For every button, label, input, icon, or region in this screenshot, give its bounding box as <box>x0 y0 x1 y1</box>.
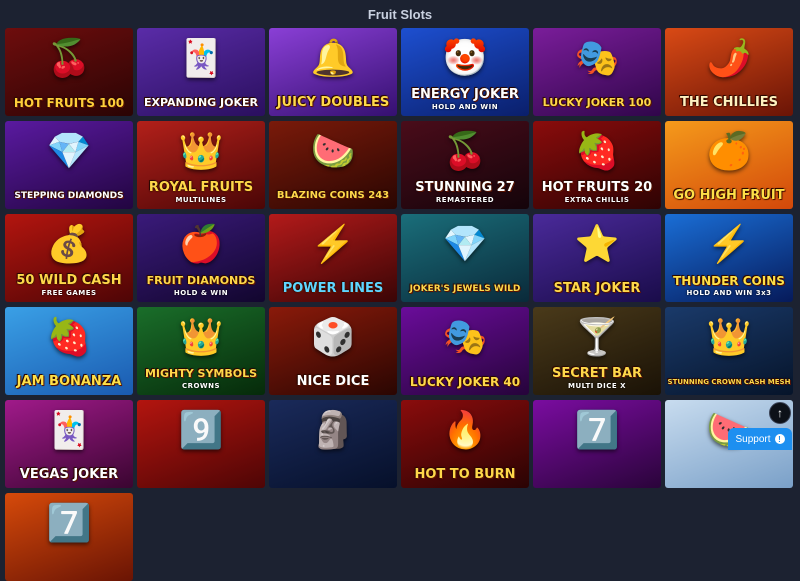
game-title: JAM BONANZA <box>16 374 122 389</box>
game-title: JOKER'S JEWELS WILD <box>409 284 521 294</box>
game-art-icon: 🔥 <box>442 409 488 450</box>
game-tile[interactable]: 🗿 <box>269 400 397 488</box>
game-tile[interactable]: 🔔 JUICY DOUBLES <box>269 28 397 116</box>
game-subtitle: HOLD & WIN <box>173 289 229 297</box>
game-art-icon: 💰 <box>46 223 92 264</box>
game-art-icon: 🍒 <box>46 37 92 78</box>
game-tile[interactable]: 👑 ROYAL FRUITS MULTILINES <box>137 121 265 209</box>
game-tile[interactable]: ⭐ STAR JOKER <box>533 214 661 302</box>
game-tile[interactable]: 🍸 SECRET BAR MULTI DICE X <box>533 307 661 395</box>
game-title: STAR JOKER <box>553 281 641 296</box>
game-tile[interactable]: 👑 STUNNING CROWN CASH MESH <box>665 307 793 395</box>
support-label: Support <box>735 433 771 445</box>
game-title: STEPPING DIAMONDS <box>14 191 124 201</box>
game-art-icon: 🔔 <box>310 37 356 78</box>
game-art-icon: 🃏 <box>178 37 224 78</box>
game-art-icon: 🃏 <box>46 409 92 450</box>
game-art-icon: 🍒 <box>442 130 488 171</box>
game-art-icon: 👑 <box>706 316 752 357</box>
game-art-icon: 🗿 <box>310 409 356 450</box>
game-title <box>329 482 337 485</box>
game-tile[interactable]: 🍓 HOT FRUITS 20 EXTRA CHILLIS <box>533 121 661 209</box>
game-art-icon: 👑 <box>178 130 224 171</box>
game-title: NICE DICE <box>296 374 370 389</box>
game-subtitle: HOLD AND WIN <box>431 103 499 111</box>
game-subtitle: EXTRA CHILLIS <box>564 196 630 204</box>
game-tile[interactable]: 🃏 VEGAS JOKER <box>5 400 133 488</box>
game-tile[interactable]: 🌶️ THE CHILLIES <box>665 28 793 116</box>
game-tile[interactable]: 🎲 NICE DICE <box>269 307 397 395</box>
game-art-icon: 🌶️ <box>706 37 752 78</box>
game-subtitle: MULTI DICE X <box>568 382 626 390</box>
game-tile[interactable]: 7️⃣ <box>533 400 661 488</box>
game-title: THE CHILLIES <box>679 95 779 110</box>
game-tile[interactable]: ⚡ THUNDER COINS HOLD AND WIN 3x3 <box>665 214 793 302</box>
game-art-icon: 👑 <box>178 316 224 357</box>
game-title: HOT FRUITS 100 <box>13 96 125 110</box>
game-title: LUCKY JOKER 100 <box>542 96 652 109</box>
game-subtitle: CROWNS <box>181 382 221 390</box>
game-art-icon: 7️⃣ <box>574 409 620 450</box>
game-title: VEGAS JOKER <box>19 467 119 482</box>
game-art-icon: 🍉 <box>310 130 356 171</box>
game-tile[interactable]: 🔥 HOT TO BURN <box>401 400 529 488</box>
game-subtitle: HOLD AND WIN 3x3 <box>686 289 772 297</box>
game-tile[interactable]: 🍉 BLAZING COINS 243 <box>269 121 397 209</box>
game-art-icon: 7️⃣ <box>46 502 92 543</box>
game-title <box>65 575 73 578</box>
game-art-icon: 9️⃣ <box>178 409 224 450</box>
game-art-icon: 💎 <box>46 130 92 171</box>
game-title: EXPANDING JOKER <box>143 96 258 109</box>
game-art-icon: 🎲 <box>310 316 356 357</box>
game-art-icon: 🎭 <box>442 316 488 357</box>
game-tile[interactable]: 🎭 LUCKY JOKER 100 <box>533 28 661 116</box>
game-title <box>197 482 205 485</box>
game-title: POWER LINES <box>282 281 384 296</box>
page-title: Fruit Slots <box>367 7 433 22</box>
game-title: JUICY DOUBLES <box>276 95 390 110</box>
game-art-icon: ⚡ <box>706 223 752 264</box>
game-grid: 🍒 HOT FRUITS 100 🃏 EXPANDING JOKER 🔔 JUICY DO… <box>5 28 793 581</box>
game-title: STUNNING CROWN CASH MESH <box>667 378 791 386</box>
scroll-to-top-button[interactable]: ↑ <box>769 402 791 424</box>
game-art-icon: 🤡 <box>442 37 488 78</box>
game-subtitle: FREE GAMES <box>41 289 97 297</box>
game-title <box>593 482 601 485</box>
support-icon: ! <box>774 434 785 444</box>
game-subtitle: MULTILINES <box>175 196 227 204</box>
arrow-up-icon: ↑ <box>777 406 783 420</box>
game-tile[interactable]: 💎 JOKER'S JEWELS WILD <box>401 214 529 302</box>
game-art-icon: 🍊 <box>706 130 752 171</box>
game-title: BLAZING COINS 243 <box>276 190 390 201</box>
game-tile[interactable]: 🍒 STUNNING 27 REMASTERED <box>401 121 529 209</box>
game-art-icon: 🍸 <box>574 316 620 357</box>
game-subtitle: REMASTERED <box>435 196 495 204</box>
game-tile[interactable]: 🍎 FRUIT DIAMONDS HOLD & WIN <box>137 214 265 302</box>
game-tile[interactable]: 🃏 EXPANDING JOKER <box>137 28 265 116</box>
game-art-icon: 🍎 <box>178 223 224 264</box>
game-tile[interactable]: 🤡 ENERGY JOKER HOLD AND WIN <box>401 28 529 116</box>
game-title: HOT TO BURN <box>414 467 516 482</box>
game-tile[interactable]: 👑 MIGHTY SYMBOLS CROWNS <box>137 307 265 395</box>
game-art-icon: ⭐ <box>574 223 620 264</box>
game-art-icon: 🍓 <box>46 316 92 357</box>
game-title: GO HIGH FRUIT <box>673 188 785 203</box>
game-art-icon: 💎 <box>442 223 488 264</box>
game-tile[interactable]: 💰 50 WILD CASH FREE GAMES <box>5 214 133 302</box>
game-art-icon: 🎭 <box>574 37 620 78</box>
support-button[interactable]: Support ! <box>728 428 792 450</box>
game-title: LUCKY JOKER 40 <box>409 375 521 389</box>
game-tile[interactable]: 9️⃣ <box>137 400 265 488</box>
game-tile[interactable]: 7️⃣ <box>5 493 133 581</box>
game-tile[interactable]: 🍊 GO HIGH FRUIT <box>665 121 793 209</box>
game-art-icon: 🍓 <box>574 130 620 171</box>
game-tile[interactable]: 🍓 JAM BONANZA <box>5 307 133 395</box>
game-tile[interactable]: ⚡ POWER LINES <box>269 214 397 302</box>
game-tile[interactable]: 🎭 LUCKY JOKER 40 <box>401 307 529 395</box>
game-title <box>725 482 733 485</box>
game-art-icon: ⚡ <box>310 223 356 264</box>
game-tile[interactable]: 💎 STEPPING DIAMONDS <box>5 121 133 209</box>
game-tile[interactable]: 🍒 HOT FRUITS 100 <box>5 28 133 116</box>
